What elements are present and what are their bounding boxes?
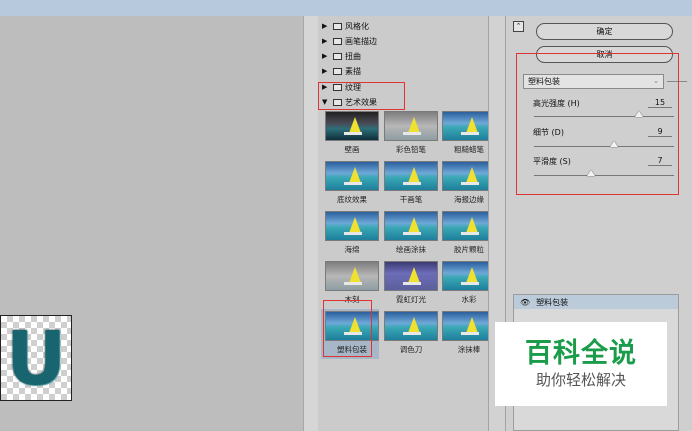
thumbnail-image bbox=[384, 161, 438, 191]
category-label: 风格化 bbox=[345, 21, 369, 31]
category-label: 扭曲 bbox=[345, 51, 361, 61]
preview-canvas[interactable]: U bbox=[0, 315, 72, 401]
highlight-box-settings bbox=[516, 53, 679, 195]
thumbnail-image bbox=[384, 211, 438, 241]
expand-arrow-icon: ▶ bbox=[322, 67, 328, 75]
expand-arrow-icon: ▶ bbox=[322, 22, 328, 30]
thumb-label: 壁画 bbox=[344, 145, 360, 154]
expand-arrow-icon: ▶ bbox=[322, 52, 328, 60]
filter-thumb-underpainting[interactable]: 底纹效果 bbox=[325, 161, 379, 205]
thumbnail-image bbox=[325, 111, 379, 141]
filter-thumb-cutout[interactable]: 木刻 bbox=[325, 261, 379, 305]
thumbnail-image bbox=[325, 161, 379, 191]
collapse-gallery-icon[interactable]: ⌃ bbox=[513, 21, 524, 32]
highlight-box-artistic bbox=[318, 82, 405, 110]
preview-letter: U bbox=[5, 316, 67, 402]
thumb-label: 霓虹灯光 bbox=[396, 295, 426, 304]
watermark-logo: 百科全说 助你轻松解决 bbox=[495, 322, 667, 406]
watermark-subtitle: 助你轻松解决 bbox=[535, 371, 626, 389]
category-distort[interactable]: ▶ 扭曲 bbox=[322, 49, 361, 63]
title-bar bbox=[0, 0, 692, 16]
thumb-label: 调色刀 bbox=[399, 345, 423, 354]
category-label: 素描 bbox=[345, 66, 361, 76]
folder-icon bbox=[333, 22, 342, 30]
category-stylize[interactable]: ▶ 风格化 bbox=[322, 19, 369, 33]
highlight-box-plastic-wrap bbox=[323, 300, 372, 357]
thumb-label: 彩色铅笔 bbox=[396, 145, 426, 154]
thumb-label: 绘画涂抹 bbox=[396, 245, 426, 254]
filter-thumb-fresco[interactable]: 壁画 bbox=[325, 111, 379, 155]
thumbnail-image bbox=[384, 111, 438, 141]
thumb-label: 干画笔 bbox=[399, 195, 423, 204]
thumbnail-image bbox=[384, 311, 438, 341]
effect-layer-label: 塑料包装 bbox=[536, 297, 569, 307]
folder-icon bbox=[333, 52, 342, 60]
watermark-title: 百科全说 bbox=[525, 338, 637, 369]
thumbnail-image bbox=[384, 261, 438, 291]
folder-icon bbox=[333, 37, 342, 45]
category-sketch[interactable]: ▶ 素描 bbox=[322, 64, 361, 78]
thumb-label: 底纹效果 bbox=[337, 195, 367, 204]
visibility-eye-icon[interactable]: 👁 bbox=[520, 298, 530, 307]
thumb-label: 海绵 bbox=[344, 245, 360, 254]
filter-thumb-dry-brush[interactable]: 干画笔 bbox=[384, 161, 438, 205]
expand-arrow-icon: ▶ bbox=[322, 37, 328, 45]
folder-icon bbox=[333, 67, 342, 75]
filter-thumb-paint-daubs[interactable]: 绘画涂抹 bbox=[384, 211, 438, 255]
preview-scrollbar[interactable] bbox=[303, 16, 318, 431]
ok-button[interactable]: 确定 bbox=[536, 23, 673, 40]
filter-thumb-neon-glow[interactable]: 霓虹灯光 bbox=[384, 261, 438, 305]
filter-thumb-palette-knife[interactable]: 调色刀 bbox=[384, 311, 438, 355]
filter-thumb-colored-pencil[interactable]: 彩色铅笔 bbox=[384, 111, 438, 155]
category-brush-strokes[interactable]: ▶ 画笔描边 bbox=[322, 34, 377, 48]
category-label: 画笔描边 bbox=[345, 36, 377, 46]
filter-thumb-sponge[interactable]: 海绵 bbox=[325, 211, 379, 255]
thumbnail-image bbox=[325, 261, 379, 291]
thumbnail-image bbox=[325, 211, 379, 241]
effect-layer-row[interactable]: 👁 塑料包装 bbox=[514, 295, 678, 309]
